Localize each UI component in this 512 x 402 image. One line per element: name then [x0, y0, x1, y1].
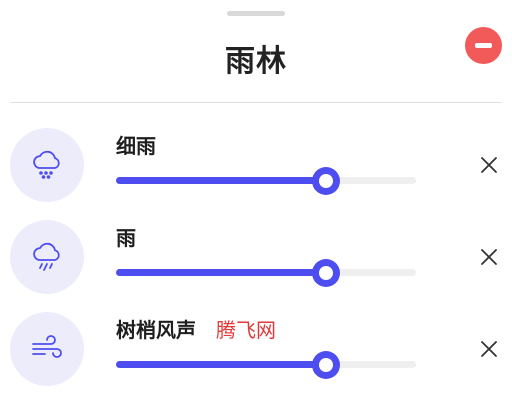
- cloud-drizzle-icon: [10, 128, 84, 202]
- drag-handle[interactable]: [227, 11, 285, 16]
- close-icon[interactable]: [478, 338, 500, 360]
- sound-label: 雨: [116, 226, 136, 250]
- close-icon[interactable]: [478, 246, 500, 268]
- cloud-rain-icon: [10, 220, 84, 294]
- sound-label: 细雨: [116, 134, 156, 158]
- wind-icon: [10, 312, 84, 386]
- divider: [10, 102, 502, 103]
- volume-slider[interactable]: [116, 167, 416, 195]
- slider-thumb[interactable]: [312, 351, 340, 379]
- minus-icon: [475, 43, 492, 48]
- watermark-text: 腾飞网: [216, 318, 276, 342]
- page-title: 雨林: [225, 44, 287, 79]
- sound-row-drizzle: 细雨: [0, 128, 512, 218]
- sound-label: 树梢风声: [116, 318, 196, 342]
- sound-row-rain: 雨: [0, 220, 512, 310]
- close-icon[interactable]: [478, 154, 500, 176]
- slider-fill: [116, 269, 326, 276]
- volume-slider[interactable]: [116, 259, 416, 287]
- slider-thumb[interactable]: [312, 259, 340, 287]
- remove-button[interactable]: [465, 27, 502, 64]
- sound-row-wind: 树梢风声 腾飞网: [0, 312, 512, 402]
- volume-slider[interactable]: [116, 351, 416, 379]
- slider-fill: [116, 361, 326, 368]
- slider-thumb[interactable]: [312, 167, 340, 195]
- slider-fill: [116, 177, 326, 184]
